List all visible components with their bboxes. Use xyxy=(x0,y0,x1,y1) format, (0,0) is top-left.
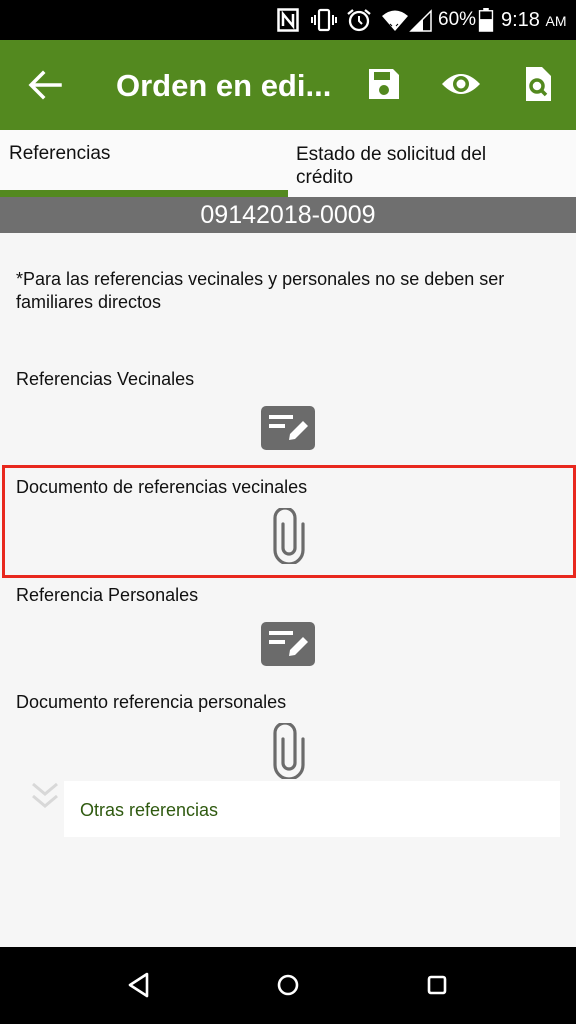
arrow-back-icon[interactable] xyxy=(26,66,64,104)
otras-referencias-item[interactable]: Otras referencias xyxy=(64,781,560,837)
battery-icon xyxy=(478,8,494,32)
tab-bar: Referencias Estado de solicitud del créd… xyxy=(0,130,576,197)
tab-indicator xyxy=(0,190,288,197)
tab-estado-solicitud[interactable]: Estado de solicitud del crédito xyxy=(288,130,576,197)
tab-label: Estado de solicitud del crédito xyxy=(296,144,487,188)
nfc-icon xyxy=(277,8,299,32)
edit-note-icon[interactable] xyxy=(261,406,315,450)
home-circle-icon[interactable] xyxy=(272,969,304,1001)
tab-referencias[interactable]: Referencias xyxy=(0,130,288,197)
eye-icon[interactable] xyxy=(440,64,482,104)
paperclip-icon[interactable] xyxy=(271,723,307,779)
app-bar: Orden en edi... xyxy=(0,40,576,130)
back-triangle-icon[interactable] xyxy=(123,969,155,1001)
wifi-icon xyxy=(382,10,408,31)
document-search-icon[interactable] xyxy=(518,64,558,104)
recents-square-icon[interactable] xyxy=(421,969,453,1001)
status-bar: 60% 9:18 AM xyxy=(0,0,576,40)
clock-time: 9:18 xyxy=(501,9,540,31)
section-label-documento-referencias-vecinales: Documento de referencias vecinales xyxy=(16,477,308,497)
note-text: *Para las referencias vecinales y person… xyxy=(16,269,505,312)
paperclip-icon[interactable] xyxy=(271,508,307,564)
clock-ampm: AM xyxy=(545,13,567,29)
save-icon[interactable] xyxy=(364,64,404,104)
vibrate-icon xyxy=(311,8,337,32)
section-label-referencias-vecinales: Referencias Vecinales xyxy=(16,369,195,389)
battery-percent: 60% xyxy=(438,9,477,30)
double-chevron-down-icon[interactable] xyxy=(28,779,62,813)
signal-icon xyxy=(409,9,432,32)
navigation-bar xyxy=(0,947,576,1024)
section-label-referencia-personales: Referencia Personales xyxy=(16,585,199,605)
edit-note-icon[interactable] xyxy=(261,622,315,666)
order-number: 09142018-0009 xyxy=(0,197,576,233)
clock: 9:18 AM xyxy=(501,9,567,33)
alarm-icon xyxy=(347,9,371,32)
page-title: Orden en edi... xyxy=(116,68,332,103)
section-label-documento-referencia-personales: Documento referencia personales xyxy=(16,692,287,712)
otras-referencias-label: Otras referencias xyxy=(80,800,219,820)
tab-label: Referencias xyxy=(9,143,111,164)
